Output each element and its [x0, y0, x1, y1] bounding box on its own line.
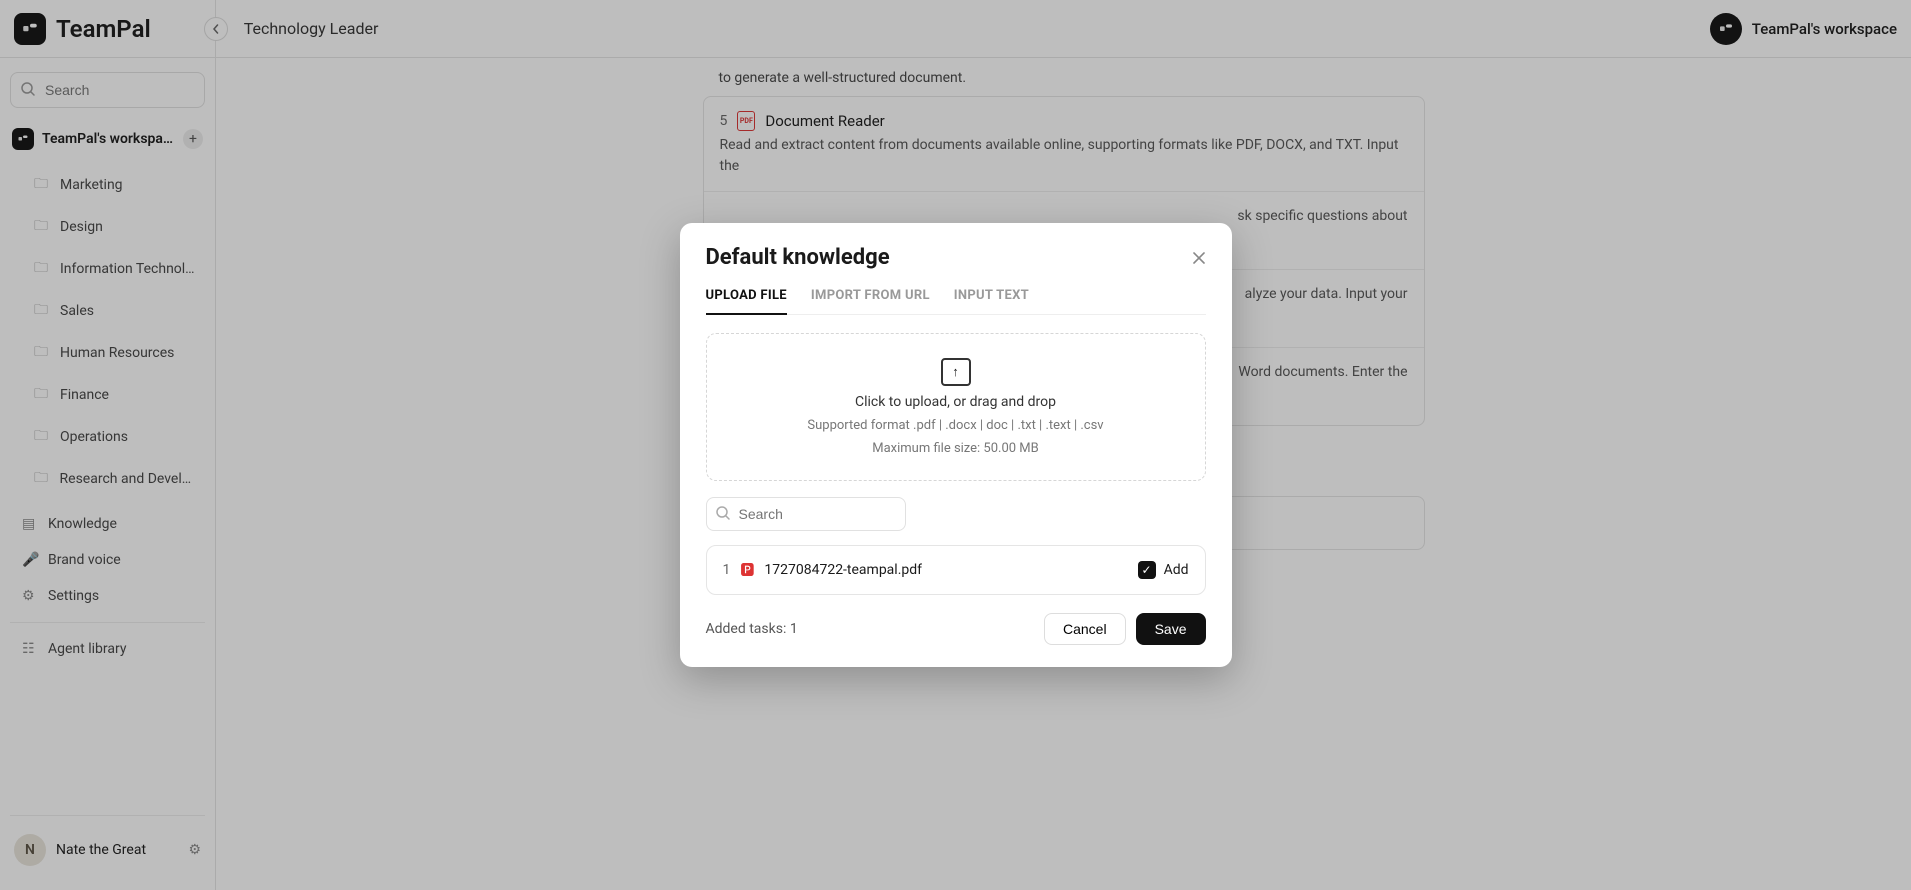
- modal-search-input[interactable]: [706, 497, 906, 531]
- add-file-checkbox[interactable]: ✓ Add: [1138, 561, 1189, 579]
- close-button[interactable]: [1192, 251, 1206, 265]
- dropzone-title: Click to upload, or drag and drop: [855, 394, 1056, 410]
- default-knowledge-modal: Default knowledge UPLOAD FILE IMPORT FRO…: [680, 223, 1232, 667]
- file-list-item: 1 🅿 1727084722-teampal.pdf ✓ Add: [706, 545, 1206, 595]
- upload-dropzone[interactable]: Click to upload, or drag and drop Suppor…: [706, 333, 1206, 481]
- modal-overlay: Default knowledge UPLOAD FILE IMPORT FRO…: [0, 0, 1911, 890]
- add-label: Add: [1164, 562, 1189, 578]
- file-name: 1727084722-teampal.pdf: [764, 562, 922, 578]
- dropzone-maxsize: Maximum file size: 50.00 MB: [872, 441, 1039, 456]
- cancel-button[interactable]: Cancel: [1044, 613, 1126, 645]
- pdf-icon: 🅿: [740, 560, 754, 580]
- tab-import-url[interactable]: IMPORT FROM URL: [811, 288, 930, 314]
- modal-title: Default knowledge: [706, 245, 890, 270]
- dropzone-formats: Supported format .pdf | .docx | doc | .t…: [807, 418, 1103, 433]
- save-button[interactable]: Save: [1136, 613, 1206, 645]
- tab-input-text[interactable]: INPUT TEXT: [954, 288, 1029, 314]
- checkbox-checked-icon: ✓: [1138, 561, 1156, 579]
- modal-search[interactable]: [706, 497, 906, 531]
- upload-icon: [941, 358, 971, 386]
- modal-tabs: UPLOAD FILE IMPORT FROM URL INPUT TEXT: [706, 288, 1206, 315]
- tab-upload-file[interactable]: UPLOAD FILE: [706, 288, 787, 315]
- close-icon: [1192, 251, 1206, 265]
- added-tasks-count: Added tasks: 1: [706, 621, 798, 637]
- search-icon: [715, 505, 731, 521]
- file-number: 1: [723, 562, 731, 578]
